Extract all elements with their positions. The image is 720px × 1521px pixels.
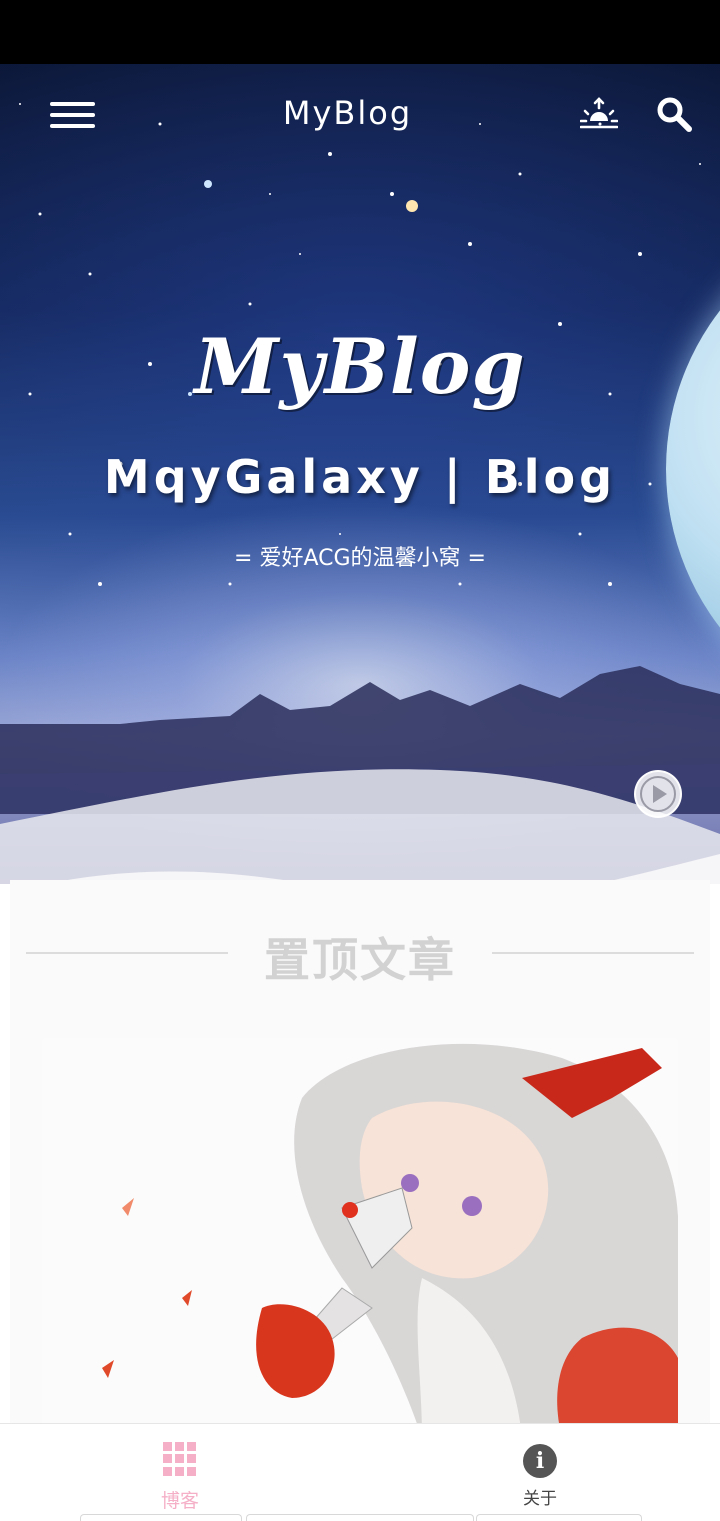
sunrise-icon[interactable] xyxy=(580,97,618,129)
play-button[interactable] xyxy=(634,770,682,818)
play-icon xyxy=(640,776,676,812)
wave-divider xyxy=(0,769,720,884)
pinned-title: 置顶文章 xyxy=(264,933,456,987)
site-title[interactable]: MyBlog xyxy=(200,94,495,132)
menu-icon[interactable] xyxy=(50,102,95,128)
status-bar xyxy=(0,0,720,64)
nav-item-about-label: 关于 xyxy=(523,1489,557,1509)
post-cover-image xyxy=(42,1038,678,1438)
hero-subtitle: MqyGalaxy | Blog xyxy=(103,450,617,504)
search-icon[interactable] xyxy=(656,96,692,132)
top-app-bar: MyBlog xyxy=(0,64,720,168)
pinned-post-card[interactable] xyxy=(42,1038,678,1438)
hero-motto: = 爱好ACG的温馨小窝 = xyxy=(234,546,486,571)
pinned-posts-section: 置顶文章 xyxy=(10,880,710,1440)
bottom-navigation: 博客 i 关于 xyxy=(0,1423,720,1521)
grid-icon xyxy=(163,1442,197,1476)
pinned-heading: 置顶文章 xyxy=(10,922,710,987)
nav-item-about[interactable]: i 关于 xyxy=(490,1444,590,1514)
nav-item-blog-label: 博客 xyxy=(160,1490,199,1512)
info-icon: i xyxy=(523,1444,557,1478)
nav-item-blog[interactable]: 博客 xyxy=(130,1440,230,1512)
hero-logo: MyBlog xyxy=(194,322,526,411)
